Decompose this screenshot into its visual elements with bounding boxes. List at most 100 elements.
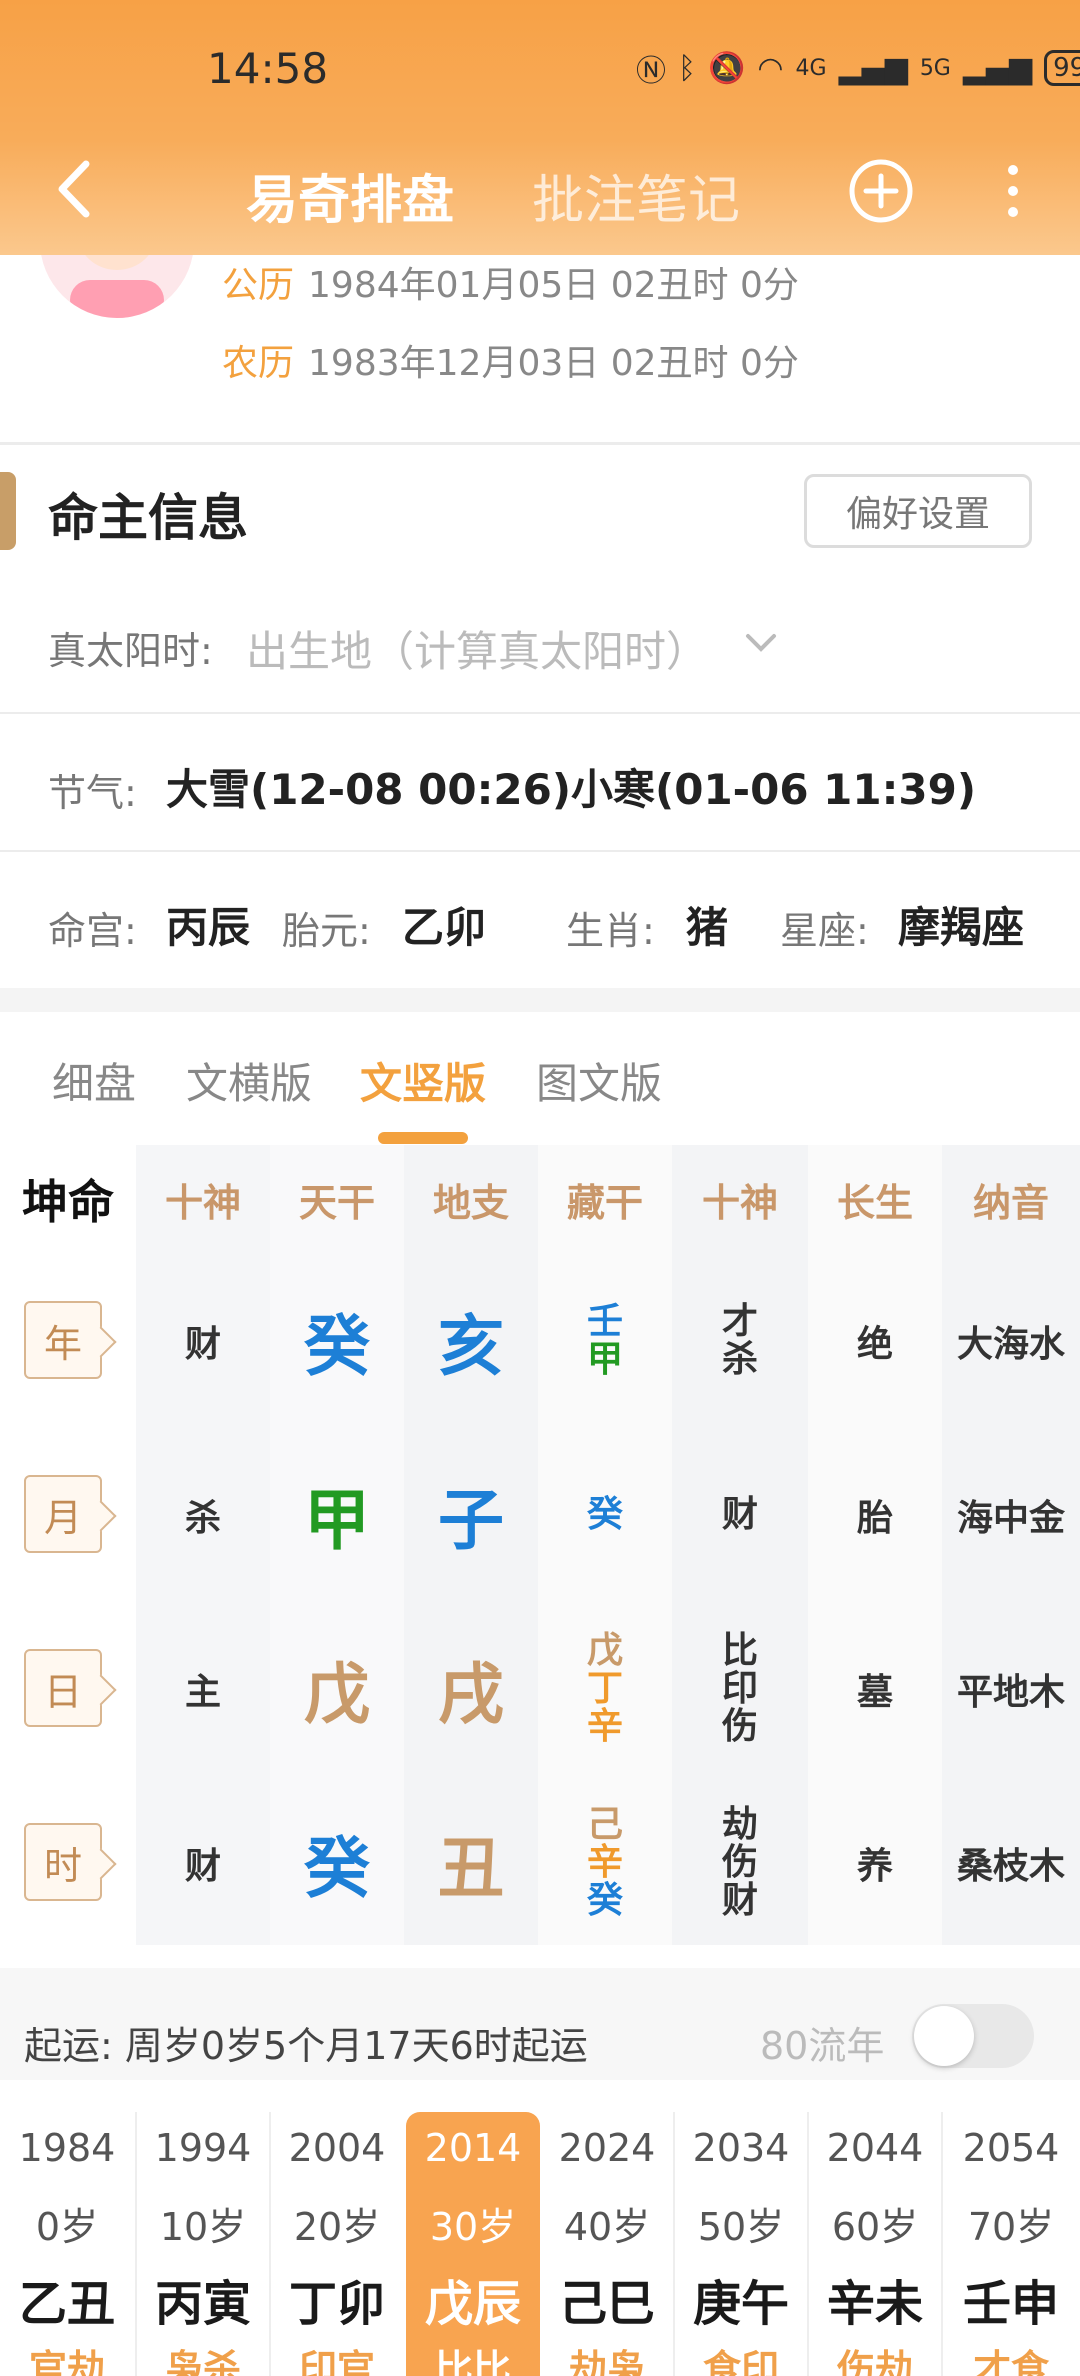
tab-detail[interactable]: 细盘: [52, 1050, 136, 1111]
dayun-item[interactable]: 2034 50岁 庚午 食印: [674, 2112, 808, 2376]
tab-graphic[interactable]: 图文版: [536, 1050, 662, 1111]
shishen-cell: 财: [184, 1324, 221, 1365]
chevron-down-icon[interactable]: [744, 626, 778, 660]
mute-bell-icon: 🔕: [708, 50, 746, 86]
dayun-shishen: 枭杀: [164, 2347, 241, 2376]
shishen2-cell: 财: [672, 1430, 808, 1600]
tab-vertical[interactable]: 文竖版: [360, 1050, 486, 1111]
dayun-age: 40岁: [563, 2205, 651, 2249]
solar-label: 公历: [222, 265, 295, 306]
lunar-date-line: 农历 1983年12月03日 02丑时 0分: [222, 334, 799, 386]
nayin-cell: 大海水: [956, 1324, 1065, 1365]
header-nayin: 纳音: [972, 1180, 1049, 1225]
liunian-toggle[interactable]: [912, 2004, 1034, 2068]
nayin-cell: 海中金: [956, 1498, 1065, 1539]
taiyuan-value: 乙卯: [402, 903, 487, 952]
dayun-item[interactable]: 1984 0岁 乙丑 官劫: [0, 2112, 134, 2376]
signal-4g-label: 4G: [795, 55, 827, 81]
canggan-char: 辛: [586, 1705, 623, 1747]
dayun-item[interactable]: 2024 40岁 己巳 劫枭: [540, 2112, 674, 2376]
minggong-label: 命宫:: [48, 909, 137, 953]
battery-level: 99: [1044, 50, 1080, 86]
dayun-item[interactable]: 1994 10岁 丙寅 枭杀: [136, 2112, 270, 2376]
divider: [0, 442, 1080, 445]
tiangan-cell[interactable]: 癸: [270, 1256, 404, 1426]
lunar-label: 农历: [222, 343, 295, 384]
luck-start-text: 起运: 周岁0岁5个月17天6时起运: [24, 2024, 588, 2068]
dayun-item[interactable]: 2044 60岁 辛未 伤劫: [808, 2112, 942, 2376]
more-menu-icon[interactable]: [998, 158, 1028, 224]
dayun-item[interactable]: 2054 70岁 壬申 才食: [942, 2112, 1080, 2376]
star-sign-label: 星座:: [780, 909, 869, 953]
shishen2-cell: 劫 伤 财: [672, 1778, 808, 1948]
canggan-char: 癸: [586, 1494, 623, 1536]
tiangan-cell[interactable]: 戊: [270, 1604, 404, 1774]
dizhi-cell[interactable]: 丑: [404, 1778, 538, 1948]
tab-yiqi-paipan[interactable]: 易奇排盘: [246, 158, 454, 233]
divider: [0, 712, 1080, 714]
header-tiangan: 天干: [298, 1180, 375, 1225]
status-icons: Ⓝ ᛒ 🔕 ◠ 4G ▂▄▆ 5G ▂▄▆ 99 ⚡: [636, 46, 1080, 90]
dizhi-cell[interactable]: 子: [404, 1430, 538, 1600]
canggan-char: 丁: [586, 1668, 623, 1710]
canggan-cell: 壬 甲: [538, 1256, 672, 1426]
canggan-char: 戊: [586, 1630, 623, 1672]
zodiac-value: 猪: [686, 903, 729, 952]
dayun-item-selected[interactable]: 2014 30岁 戊辰 比比: [406, 2112, 540, 2376]
shishen2-cell: 才 杀: [672, 1256, 808, 1426]
status-time: 14:58: [207, 44, 329, 93]
dayun-shishen: 才食: [972, 2347, 1049, 2376]
preference-settings-button[interactable]: 偏好设置: [804, 474, 1032, 548]
dayun-age: 30岁: [429, 2205, 517, 2249]
tab-horizontal[interactable]: 文横版: [186, 1050, 312, 1111]
dayun-shishen: 食印: [702, 2347, 779, 2376]
birthplace-select[interactable]: 出生地（计算真太阳时）: [246, 618, 708, 679]
shishen2-char: 财: [721, 1879, 758, 1921]
minggong-value: 丙辰: [166, 903, 251, 952]
changsheng-cell: 绝: [856, 1324, 893, 1365]
dayun-shishen: 印官: [298, 2347, 375, 2376]
dayun-year: 1994: [154, 2126, 252, 2170]
shishen-cell: 财: [184, 1846, 221, 1887]
header-dizhi: 地支: [432, 1180, 509, 1225]
dayun-year: 2024: [558, 2126, 656, 2170]
pillar-month[interactable]: 月: [24, 1475, 102, 1553]
zodiac-label: 生肖:: [566, 909, 655, 953]
dizhi-cell[interactable]: 亥: [404, 1256, 538, 1426]
nayin-cell: 平地木: [956, 1672, 1065, 1713]
tiangan-cell[interactable]: 甲: [270, 1430, 404, 1600]
shishen2-char: 伤: [721, 1842, 758, 1884]
dayun-ganzhi: 己巳: [558, 2276, 655, 2332]
header-canggan: 藏干: [566, 1180, 643, 1225]
dayun-age: 0岁: [35, 2205, 99, 2249]
dayun-shishen: 比比: [434, 2347, 511, 2376]
tiangan-cell[interactable]: 癸: [270, 1778, 404, 1948]
back-arrow-icon[interactable]: [44, 154, 114, 224]
dayun-shishen: 劫枭: [568, 2347, 645, 2376]
shishen2-cell: 比 印 伤: [672, 1604, 808, 1774]
status-bar: 14:58 Ⓝ ᛒ 🔕 ◠ 4G ▂▄▆ 5G ▂▄▆ 99 ⚡: [0, 0, 1080, 135]
pillar-hour[interactable]: 时: [24, 1823, 102, 1901]
add-circle-icon[interactable]: [848, 158, 914, 224]
canggan-char: 壬: [586, 1301, 623, 1343]
dayun-ganzhi: 庚午: [692, 2276, 789, 2332]
changsheng-cell: 养: [856, 1846, 893, 1887]
dayun-age: 20岁: [293, 2205, 381, 2249]
pillar-year[interactable]: 年: [24, 1301, 102, 1379]
dayun-year: 2034: [692, 2126, 790, 2170]
canggan-char: 己: [586, 1804, 623, 1846]
bluetooth-icon: ᛒ: [678, 50, 696, 86]
pillar-day[interactable]: 日: [24, 1649, 102, 1727]
dayun-year: 2044: [826, 2126, 924, 2170]
nfc-icon: Ⓝ: [636, 54, 666, 89]
signal-5g-label: 5G: [919, 55, 951, 81]
dayun-year: 1984: [18, 2126, 116, 2170]
shishen2-char: 劫: [721, 1804, 758, 1846]
signal-icon: ▂▄▆: [838, 50, 908, 86]
dizhi-cell[interactable]: 戌: [404, 1604, 538, 1774]
dayun-year: 2014: [424, 2126, 522, 2170]
tab-notes[interactable]: 批注笔记: [532, 158, 740, 233]
dayun-item[interactable]: 2004 20岁 丁卯 印官: [270, 2112, 404, 2376]
divider: [0, 850, 1080, 852]
lunar-date: 1983年12月03日 02丑时 0分: [308, 343, 799, 384]
